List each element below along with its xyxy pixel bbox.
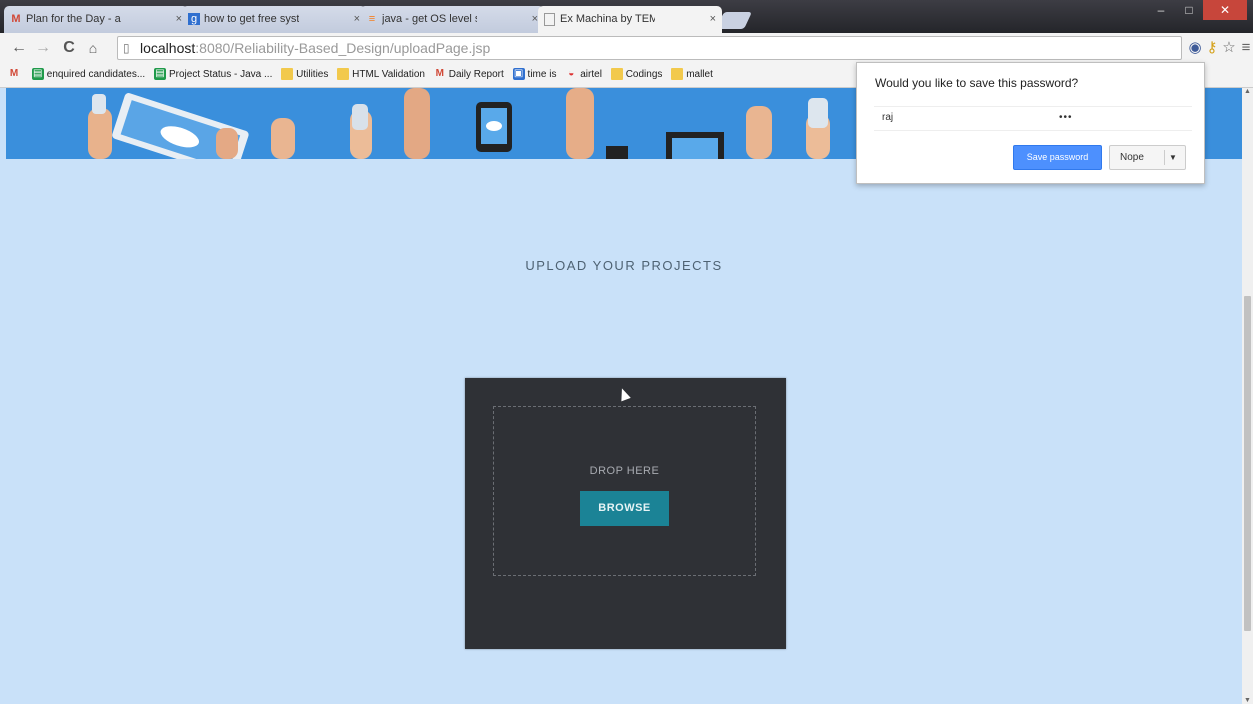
- airtel-icon: ◒: [568, 68, 575, 80]
- browse-button[interactable]: BROWSE: [580, 491, 669, 526]
- bookmark-label: enquired candidates...: [46, 69, 146, 80]
- drop-zone[interactable]: DROP HERE BROWSE: [493, 406, 756, 576]
- chevron-down-icon[interactable]: ▼: [1169, 146, 1177, 169]
- globe-icon: ▣: [512, 68, 525, 81]
- scroll-up-icon[interactable]: ▲: [1242, 88, 1253, 95]
- address-bar[interactable]: ▯ localhost:8080/Reliability-Based_Desig…: [117, 36, 1182, 60]
- divider: [1164, 150, 1165, 165]
- url-path: :8080/Reliability-Based_Design/uploadPag…: [195, 40, 491, 56]
- bookmark-item[interactable]: M Daily Report: [434, 63, 504, 87]
- window-controls: – □ ✕: [1147, 0, 1247, 22]
- reload-icon[interactable]: C: [58, 38, 80, 58]
- close-window-icon[interactable]: ✕: [1203, 0, 1247, 20]
- nope-label: Nope: [1120, 152, 1144, 163]
- apps-icon[interactable]: M: [8, 63, 23, 87]
- tab-strip: M Plan for the Day - arumpri × g how to …: [0, 0, 1253, 33]
- bookmark-label: Project Status - Java ...: [168, 69, 273, 80]
- home-icon[interactable]: ⌂: [82, 38, 104, 58]
- close-tab-icon[interactable]: ×: [710, 6, 716, 32]
- bookmark-label: Daily Report: [448, 69, 504, 80]
- tab-title: Plan for the Day - arumpri: [26, 13, 121, 25]
- browser-toolbar: ← → C ⌂ ▯ localhost:8080/Reliability-Bas…: [0, 33, 1253, 63]
- forward-icon[interactable]: →: [32, 38, 54, 58]
- key-icon[interactable]: ⚷: [1203, 38, 1221, 58]
- tab-title: how to get free system: [204, 13, 299, 25]
- page-scrollbar[interactable]: ▲ ▼: [1242, 88, 1253, 704]
- bookmark-folder[interactable]: mallet: [671, 63, 713, 87]
- gmail-icon: M: [11, 13, 21, 25]
- folder-icon: [671, 68, 684, 81]
- bookmark-label: time is: [527, 69, 557, 80]
- bookmark-label: Codings: [625, 69, 663, 80]
- back-icon[interactable]: ←: [8, 38, 30, 58]
- credential-row: raj •••: [874, 106, 1192, 131]
- sheet-icon: ▤: [31, 68, 44, 81]
- bookmark-star-icon[interactable]: ☆: [1220, 38, 1238, 58]
- bookmark-item[interactable]: ▤ enquired candidates...: [31, 63, 146, 87]
- stackoverflow-icon: ≡: [368, 13, 376, 25]
- gmail-icon: M: [9, 68, 19, 80]
- google-icon: g: [188, 13, 200, 25]
- bookmark-label: mallet: [686, 69, 713, 80]
- url-host: localhost: [140, 40, 196, 56]
- bookmark-label: airtel: [580, 69, 602, 80]
- drop-label: DROP HERE: [589, 465, 660, 477]
- bookmark-item[interactable]: ◒ airtel: [565, 63, 602, 87]
- bookmark-item[interactable]: ▤ Project Status - Java ...: [153, 63, 273, 87]
- gmail-icon: M: [435, 68, 444, 80]
- folder-icon: [281, 68, 294, 81]
- browser-tab[interactable]: M Plan for the Day - arumpri ×: [4, 6, 188, 33]
- page-icon: [544, 13, 555, 26]
- minimize-icon[interactable]: –: [1147, 0, 1175, 20]
- tab-title: java - get OS level system: [382, 13, 477, 25]
- folder-icon: [337, 68, 350, 81]
- bookmark-folder[interactable]: Codings: [610, 63, 663, 87]
- bookmark-label: HTML Validation: [352, 69, 425, 80]
- upload-panel: DROP HERE BROWSE: [465, 378, 786, 649]
- save-password-button[interactable]: Save password: [1013, 145, 1102, 170]
- browser-tab-active[interactable]: Ex Machina by TEMPLATE ×: [538, 6, 722, 33]
- saved-username: raj: [882, 112, 894, 123]
- page-title: UPLOAD YOUR PROJECTS: [525, 258, 723, 273]
- bookmark-folder[interactable]: Utilities: [281, 63, 328, 87]
- dialog-title: Would you like to save this password?: [875, 76, 1079, 90]
- folder-icon: [610, 68, 623, 81]
- browser-tab[interactable]: g how to get free system ×: [182, 6, 366, 33]
- bookmark-label: Utilities: [296, 69, 329, 80]
- bookmark-item[interactable]: ▣ time is: [512, 63, 557, 87]
- browser-tab[interactable]: ≡ java - get OS level system ×: [360, 6, 544, 33]
- nope-button[interactable]: Nope ▼: [1109, 145, 1186, 170]
- maximize-icon[interactable]: □: [1175, 0, 1203, 20]
- scroll-thumb[interactable]: [1244, 296, 1251, 631]
- sheet-icon: ▤: [153, 68, 166, 81]
- scroll-down-icon[interactable]: ▼: [1242, 697, 1253, 704]
- save-password-dialog: Would you like to save this password? ra…: [856, 62, 1205, 184]
- page-icon: ▯: [123, 41, 130, 55]
- saved-password-mask: •••: [1059, 112, 1073, 123]
- extension-icon[interactable]: ◉: [1186, 38, 1204, 58]
- menu-icon[interactable]: ≡: [1237, 38, 1253, 58]
- tab-title: Ex Machina by TEMPLATE: [560, 13, 655, 25]
- bookmark-folder[interactable]: HTML Validation: [337, 63, 425, 87]
